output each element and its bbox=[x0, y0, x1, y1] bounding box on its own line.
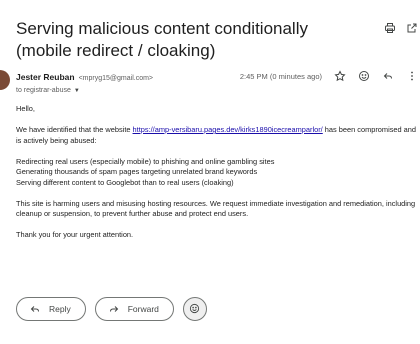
reply-label: Reply bbox=[49, 304, 71, 314]
reply-icon[interactable] bbox=[382, 70, 394, 82]
intro-before-link: We have identified that the website bbox=[16, 125, 133, 134]
reply-icon bbox=[29, 303, 41, 315]
point-item: Redirecting real users (especially mobil… bbox=[16, 156, 275, 166]
star-icon[interactable] bbox=[334, 70, 346, 82]
message-meta: 2:45 PM (0 minutes ago) bbox=[240, 70, 418, 82]
recipient-text: to registrar-abuse bbox=[16, 87, 71, 94]
print-icon[interactable] bbox=[384, 22, 396, 34]
email-timestamp: 2:45 PM (0 minutes ago) bbox=[239, 71, 322, 81]
emoji-icon bbox=[189, 302, 200, 317]
intro-paragraph: We have identified that the website http… bbox=[16, 125, 416, 146]
website-link[interactable]: https://amp-versibaru.pages.dev/kirks189… bbox=[133, 125, 323, 134]
sender-info: Jester Reuban <mpryg15@gmail.com> bbox=[16, 72, 153, 82]
more-vertical-icon[interactable] bbox=[406, 70, 418, 82]
subject-toolbar bbox=[384, 22, 418, 34]
greeting: Hello, bbox=[16, 104, 35, 113]
forward-button[interactable]: Forward bbox=[94, 297, 174, 321]
email-view: Serving malicious content conditionally … bbox=[0, 0, 420, 344]
open-in-new-window-icon[interactable] bbox=[406, 22, 418, 34]
sender-email: <mpryg15@gmail.com> bbox=[78, 75, 154, 82]
reply-button[interactable]: Reply bbox=[16, 297, 86, 321]
closing-line: Thank you for your urgent attention. bbox=[16, 230, 134, 239]
point-item: Generating thousands of spam pages targe… bbox=[16, 167, 258, 176]
email-body: Hello, We have identified that the websi… bbox=[16, 104, 416, 241]
sender-name[interactable]: Jester Reuban bbox=[16, 72, 75, 82]
email-subject: Serving malicious content conditionally … bbox=[16, 19, 308, 60]
point-item: Serving different content to Googlebot t… bbox=[16, 177, 234, 187]
emoji-reaction-button[interactable] bbox=[182, 297, 207, 321]
forward-icon bbox=[108, 303, 120, 315]
request-paragraph: This site is harming users and misusing … bbox=[16, 198, 416, 219]
forward-label: Forward bbox=[127, 304, 159, 314]
emoji-icon[interactable] bbox=[358, 70, 370, 82]
sender-avatar bbox=[0, 70, 10, 90]
caret-down-icon[interactable]: ▼ bbox=[74, 88, 80, 94]
recipient-row[interactable]: to registrar-abuse ▼ bbox=[16, 87, 80, 94]
reply-actions: Reply Forward bbox=[16, 297, 207, 321]
